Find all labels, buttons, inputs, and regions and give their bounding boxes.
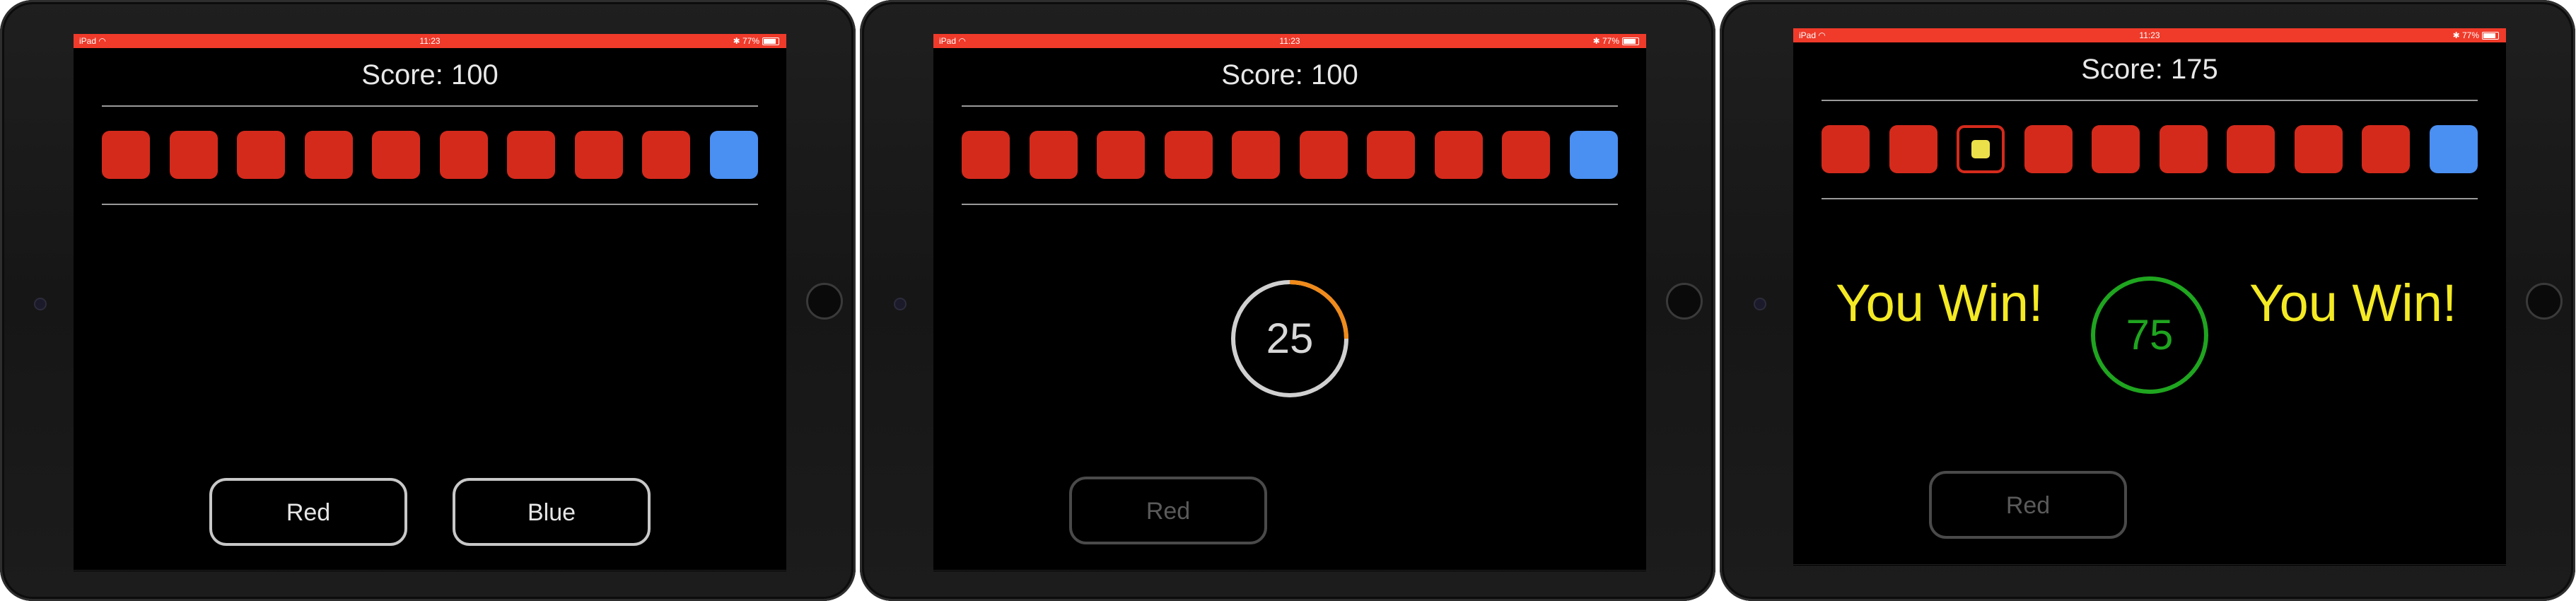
red-box: [2227, 125, 2275, 173]
red-box: [2159, 125, 2208, 173]
status-bar: iPad ◠ 11:23 ✱ 77%: [74, 34, 786, 48]
red-button[interactable]: Red: [209, 478, 407, 546]
blue-box: [2429, 125, 2478, 173]
battery-icon: [762, 37, 779, 46]
red-box: [439, 131, 488, 179]
timer-value: 75: [2126, 311, 2174, 358]
camera-icon: [34, 298, 47, 310]
divider: [962, 105, 1618, 107]
score-label: Score: 175: [2081, 54, 2218, 85]
red-box: [1502, 131, 1551, 179]
home-button[interactable]: [2526, 283, 2563, 320]
red-box: [304, 131, 353, 179]
red-box: [642, 131, 691, 179]
color-box-row: [1822, 125, 2478, 173]
selected-box: [1957, 125, 2005, 173]
divider: [102, 105, 758, 107]
home-button[interactable]: [1666, 283, 1703, 320]
countdown-timer: 75: [2089, 274, 2210, 396]
red-box: [1097, 131, 1146, 179]
battery-percent: 77%: [1602, 36, 1619, 46]
status-time: 11:23: [2139, 30, 2160, 40]
countdown-timer: 25: [1229, 278, 1351, 399]
ipad-frame-1: iPad ◠ 11:23 ✱ 77% Score: 100 Red Blue: [0, 0, 856, 601]
divider: [1822, 100, 2478, 101]
home-button[interactable]: [806, 283, 843, 320]
status-time: 11:23: [419, 36, 441, 46]
red-box: [2294, 125, 2343, 173]
divider: [1793, 564, 2506, 565]
red-box: [372, 131, 421, 179]
camera-icon: [1754, 298, 1766, 310]
red-box: [962, 131, 1010, 179]
red-box: [1434, 131, 1483, 179]
red-box: [102, 131, 150, 179]
red-box: [1367, 131, 1416, 179]
win-message-left: You Win!: [1836, 274, 2044, 332]
blue-button[interactable]: Blue: [453, 478, 651, 546]
ipad-frame-3: iPad ◠ 11:23 ✱ 77% Score: 175 You Win! 7…: [1720, 0, 2575, 601]
red-box: [1299, 131, 1348, 179]
status-time: 11:23: [1279, 36, 1300, 46]
win-message-right: You Win!: [2249, 274, 2457, 332]
battery-percent: 77%: [742, 36, 759, 46]
camera-icon: [894, 298, 907, 310]
battery-icon: [1622, 37, 1639, 46]
bluetooth-icon: ✱: [733, 36, 740, 46]
red-box: [2362, 125, 2411, 173]
battery-percent: 77%: [2461, 30, 2479, 40]
color-box-row: [962, 131, 1618, 179]
color-box-row: [102, 131, 758, 179]
red-box: [2024, 125, 2073, 173]
game-screen-1: iPad ◠ 11:23 ✱ 77% Score: 100 Red Blue: [74, 34, 786, 571]
game-screen-3: iPad ◠ 11:23 ✱ 77% Score: 175 You Win! 7…: [1793, 28, 2506, 566]
score-label: Score: 100: [361, 59, 499, 91]
score-label: Score: 100: [1221, 59, 1358, 91]
divider: [1822, 198, 2478, 199]
timer-value: 25: [1266, 315, 1314, 362]
red-box: [1889, 125, 1937, 173]
red-box: [1164, 131, 1213, 179]
ipad-frame-2: iPad ◠ 11:23 ✱ 77% Score: 100 25 Red: [860, 0, 1715, 601]
game-screen-2: iPad ◠ 11:23 ✱ 77% Score: 100 25 Red: [933, 34, 1646, 571]
red-button[interactable]: Red: [1069, 477, 1267, 544]
bluetooth-icon: ✱: [1592, 36, 1600, 46]
blue-box: [709, 131, 758, 179]
bluetooth-icon: ✱: [2452, 30, 2460, 40]
red-box: [2092, 125, 2140, 173]
divider: [933, 570, 1646, 571]
red-box: [169, 131, 218, 179]
status-bar: iPad ◠ 11:23 ✱ 77%: [1793, 28, 2506, 42]
battery-icon: [2482, 32, 2499, 40]
red-box: [1822, 125, 1870, 173]
status-bar: iPad ◠ 11:23 ✱ 77%: [933, 34, 1646, 48]
divider: [962, 204, 1618, 205]
red-box: [1232, 131, 1281, 179]
red-box: [507, 131, 556, 179]
blue-box: [1569, 131, 1618, 179]
divider: [102, 204, 758, 205]
red-box: [237, 131, 286, 179]
red-box: [574, 131, 623, 179]
yellow-marker: [1971, 140, 1991, 158]
red-box: [1029, 131, 1078, 179]
red-button[interactable]: Red: [1929, 471, 2127, 539]
divider: [74, 570, 786, 571]
